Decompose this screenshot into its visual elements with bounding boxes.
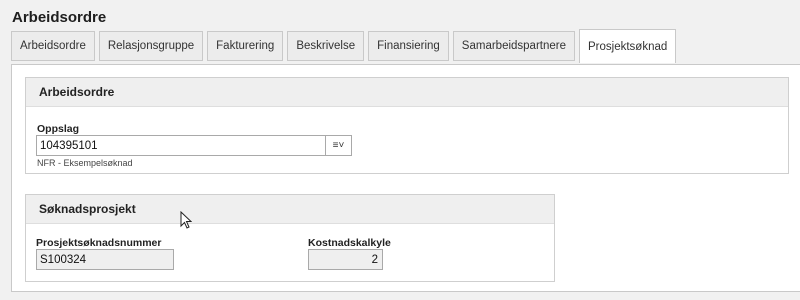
tab-relasjonsgruppe[interactable]: Relasjonsgruppe [98, 31, 204, 61]
tab-bar: Arbeidsordre Relasjonsgruppe Fakturering… [11, 29, 680, 64]
oppslag-input[interactable]: 104395101 [36, 135, 326, 156]
prosjektsoknadsnummer-field: S100324 [36, 249, 174, 270]
kostnadskalkyle-label: Kostnadskalkyle [308, 237, 391, 249]
tab-fakturering[interactable]: Fakturering [207, 31, 284, 61]
soknadsprosjekt-group: Søknadsprosjekt Prosjektsøknadsnummer S1… [25, 194, 555, 282]
mouse-pointer-icon [180, 210, 193, 234]
arbeidsordre-group: Arbeidsordre Oppslag 104395101 ≡˅ NFR - … [25, 77, 789, 174]
soknadsprosjekt-group-title: Søknadsprosjekt [26, 195, 554, 224]
prosjektsoknadsnummer-label: Prosjektsøknadsnummer [36, 237, 162, 249]
tab-arbeidsordre[interactable]: Arbeidsordre [11, 31, 95, 61]
page-title: Arbeidsordre [12, 9, 107, 26]
tab-samarbeidspartnere[interactable]: Samarbeidspartnere [452, 31, 575, 61]
lookup-button[interactable]: ≡˅ [326, 135, 352, 156]
list-dropdown-icon: ≡˅ [332, 140, 345, 151]
tab-content-panel: Arbeidsordre Oppslag 104395101 ≡˅ NFR - … [11, 64, 800, 292]
arbeidsordre-group-title: Arbeidsordre [26, 78, 788, 107]
tab-prosjektsoknad[interactable]: Prosjektsøknad [579, 29, 677, 63]
oppslag-hint: NFR - Eksempelsøknad [37, 158, 133, 168]
tab-beskrivelse[interactable]: Beskrivelse [287, 31, 365, 61]
kostnadskalkyle-field: 2 [308, 249, 383, 270]
tab-finansiering[interactable]: Finansiering [368, 31, 449, 61]
oppslag-label: Oppslag [37, 123, 80, 135]
